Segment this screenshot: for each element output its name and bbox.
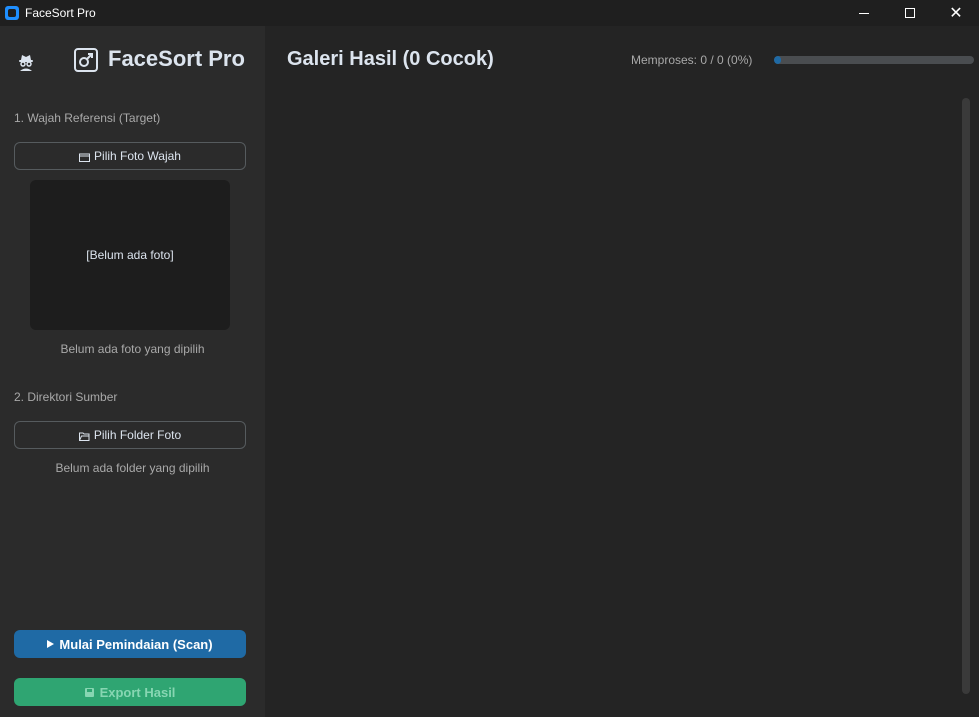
progress-fill (774, 56, 781, 64)
window-title: FaceSort Pro (25, 6, 96, 20)
export-results-label: Export Hasil (99, 684, 176, 700)
close-button[interactable]: ✕ (933, 0, 979, 26)
minimize-button[interactable] (841, 0, 887, 26)
select-face-photo-button[interactable]: Pilih Foto Wajah (14, 142, 246, 170)
export-results-button[interactable]: Export Hasil (14, 678, 246, 706)
sidebar: FaceSort Pro 1. Wajah Referensi (Target)… (0, 26, 265, 717)
progress-label: Memproses: 0 / 0 (0%) (631, 53, 753, 67)
play-icon (47, 640, 55, 648)
gallery-scrollbar[interactable] (962, 98, 970, 694)
start-scan-label: Mulai Pemindaian (Scan) (59, 636, 213, 652)
face-preview-placeholder: [Belum ada foto] (86, 248, 174, 262)
save-icon (84, 687, 94, 697)
results-gallery[interactable] (275, 96, 955, 706)
maximize-icon (905, 8, 915, 18)
app-title: FaceSort Pro (108, 46, 245, 71)
select-folder-label: Pilih Folder Foto (93, 428, 182, 442)
maximize-button[interactable] (887, 0, 933, 26)
calendar-icon (79, 153, 91, 162)
window-controls: ✕ (841, 0, 979, 26)
minimize-icon (859, 12, 869, 14)
select-face-photo-label: Pilih Foto Wajah (94, 149, 181, 163)
gallery-title: Galeri Hasil (0 Cocok) (287, 48, 494, 70)
male-sign-icon (74, 48, 98, 72)
start-scan-button[interactable]: Mulai Pemindaian (Scan) (14, 630, 246, 658)
app-icon (5, 6, 19, 20)
folder-open-icon (78, 432, 90, 441)
select-folder-button[interactable]: Pilih Folder Foto (14, 421, 246, 449)
photo-status: Belum ada foto yang dipilih (60, 342, 205, 356)
spy-icon (19, 55, 33, 71)
face-preview: [Belum ada foto] (30, 180, 230, 330)
close-icon: ✕ (949, 5, 963, 22)
source-section-label: 2. Direktori Sumber (14, 390, 118, 404)
progress-bar (774, 56, 974, 64)
folder-status: Belum ada folder yang dipilih (55, 461, 210, 475)
title-bar: FaceSort Pro ✕ (0, 0, 979, 26)
reference-section-label: 1. Wajah Referensi (Target) (14, 111, 161, 125)
